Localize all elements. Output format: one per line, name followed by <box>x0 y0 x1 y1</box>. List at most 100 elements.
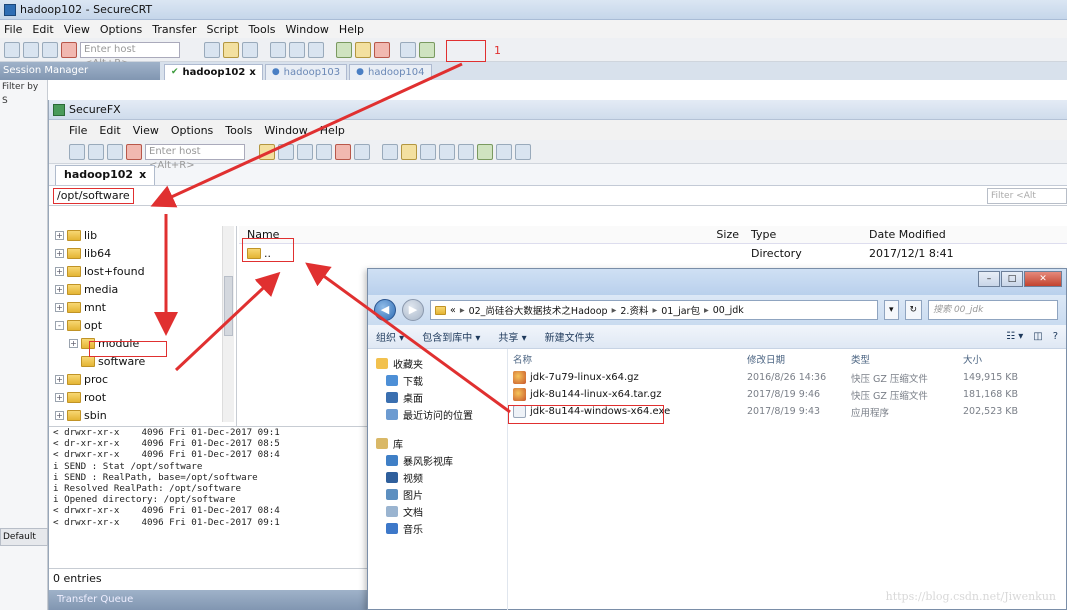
tree-scrollbar[interactable] <box>222 226 234 422</box>
nav-item[interactable]: 音乐 <box>368 520 507 537</box>
tab-close-icon[interactable]: x <box>139 166 146 185</box>
delete-icon[interactable] <box>335 143 351 160</box>
menu-item-help[interactable]: Help <box>339 23 364 36</box>
column-date[interactable]: Date Modified <box>869 228 999 241</box>
file-row[interactable]: .. Directory 2017/12/1 8:41 <box>239 244 1067 262</box>
column-date[interactable]: 修改日期 <box>747 352 851 366</box>
help-icon[interactable] <box>515 143 531 160</box>
menu-item-help[interactable]: Help <box>320 124 345 137</box>
connect-icon[interactable] <box>69 143 85 160</box>
nav-item[interactable]: 最近访问的位置 <box>368 406 507 423</box>
refresh-icon[interactable]: ↻ <box>904 300 923 320</box>
tree-item-mnt[interactable]: + mnt <box>49 298 236 316</box>
paste-icon[interactable] <box>223 41 239 58</box>
copy-icon[interactable] <box>204 41 220 58</box>
expand-icon[interactable]: + <box>55 284 64 294</box>
nav-item[interactable]: 库 <box>368 435 507 452</box>
host-input[interactable]: Enter host <Alt+R> <box>80 41 180 69</box>
tab-close-icon[interactable]: x <box>249 65 255 80</box>
breadcrumb-item[interactable]: « <box>450 305 456 316</box>
column-name[interactable]: Name <box>239 228 679 241</box>
view-icon[interactable] <box>382 143 398 160</box>
close-icon[interactable]: ✕ <box>1024 271 1062 287</box>
change-view-icon[interactable]: ☷ ▾ <box>1006 331 1023 342</box>
maximize-icon[interactable]: □ <box>1001 271 1023 287</box>
expand-icon[interactable]: + <box>55 410 64 420</box>
default-session-button[interactable]: Default <box>0 528 48 546</box>
preview-pane-icon[interactable]: ◫ <box>1033 331 1042 342</box>
properties-icon[interactable] <box>401 143 417 160</box>
reconnect-icon[interactable] <box>42 41 58 58</box>
print-icon[interactable] <box>270 41 286 58</box>
breadcrumb-item[interactable]: 01_jar包 <box>661 303 700 317</box>
column-type[interactable]: Type <box>739 228 869 241</box>
nav-item[interactable]: 下载 <box>368 372 507 389</box>
help-icon[interactable]: ? <box>1053 331 1058 342</box>
nav-item[interactable]: 暴风影视库 <box>368 452 507 469</box>
search-input[interactable]: 搜索 00_jdk <box>928 300 1059 320</box>
expand-icon[interactable]: + <box>55 266 64 276</box>
command-button[interactable]: 包含到库中 ▾ <box>422 329 480 344</box>
menu-item-transfer[interactable]: Transfer <box>152 23 196 36</box>
column-size[interactable]: 大小 <box>963 352 1053 366</box>
quick-connect-icon[interactable] <box>88 143 104 160</box>
settings-icon[interactable] <box>289 41 305 58</box>
tab-hadoop102[interactable]: hadoop102 x <box>55 165 156 185</box>
menu-item-options[interactable]: Options <box>171 124 213 137</box>
host-input[interactable]: Enter host <Alt+R> <box>145 143 245 171</box>
tree-item-lib[interactable]: + lib <box>49 226 236 244</box>
nav-item[interactable]: 收藏夹 <box>368 355 507 372</box>
expand-icon[interactable]: - <box>55 320 64 330</box>
expand-icon[interactable]: + <box>55 230 64 240</box>
cut-icon[interactable] <box>278 143 294 160</box>
disconnect-icon[interactable] <box>61 41 77 58</box>
global-options-icon[interactable] <box>355 41 371 58</box>
tree-item-sbin[interactable]: + sbin <box>49 406 236 424</box>
sort-icon[interactable] <box>420 143 436 160</box>
back-icon[interactable]: ◀ <box>374 299 396 321</box>
forward-icon[interactable]: ▶ <box>402 299 424 321</box>
expand-icon[interactable]: + <box>55 302 64 312</box>
session-tree-item[interactable]: S <box>0 94 47 108</box>
command-button[interactable]: 组织 ▾ <box>376 329 404 344</box>
menu-item-file[interactable]: File <box>4 23 22 36</box>
sftp-icon[interactable] <box>374 41 390 58</box>
filter-input[interactable]: Filter <Alt <box>987 187 1067 204</box>
tree-item-opt[interactable]: - opt <box>49 316 236 334</box>
tree-item-root[interactable]: + root <box>49 388 236 406</box>
connect-icon[interactable] <box>4 41 20 58</box>
options-icon[interactable] <box>496 143 512 160</box>
menu-item-tools[interactable]: Tools <box>225 124 252 137</box>
tree-item-proc[interactable]: + proc <box>49 370 236 388</box>
menu-item-tools[interactable]: Tools <box>248 23 275 36</box>
menu-item-file[interactable]: File <box>69 124 87 137</box>
breadcrumb-item[interactable]: 2.资料 <box>620 303 648 317</box>
remote-path-input[interactable]: /opt/software <box>53 187 134 204</box>
column-type[interactable]: 类型 <box>851 352 963 366</box>
expand-icon[interactable]: + <box>55 392 64 402</box>
up-folder-icon[interactable] <box>259 143 275 160</box>
tab-hadoop102[interactable]: ✔ hadoop102 x <box>164 64 263 80</box>
command-button[interactable]: 共享 ▾ <box>498 329 526 344</box>
find-icon[interactable] <box>242 41 258 58</box>
menu-item-edit[interactable]: Edit <box>99 124 120 137</box>
reconnect-icon[interactable] <box>107 143 123 160</box>
nav-item[interactable]: 视频 <box>368 469 507 486</box>
menu-item-options[interactable]: Options <box>100 23 142 36</box>
quick-connect-icon[interactable] <box>23 41 39 58</box>
list-view-icon[interactable] <box>439 143 455 160</box>
help-icon[interactable] <box>400 41 416 58</box>
menu-item-window[interactable]: Window <box>264 124 307 137</box>
column-size[interactable]: Size <box>679 228 739 241</box>
address-dropdown-icon[interactable]: ▾ <box>884 300 899 320</box>
tab-hadoop103[interactable]: ● hadoop103 <box>264 64 348 80</box>
column-name[interactable]: 名称 <box>509 352 747 366</box>
tree-item-lost-found[interactable]: + lost+found <box>49 262 236 280</box>
expand-icon[interactable]: + <box>69 338 78 348</box>
disconnect-icon[interactable] <box>126 143 142 160</box>
explorer-file-row[interactable]: jdk-7u79-linux-x64.gz 2016/8/26 14:36 快压 G… <box>509 369 1066 386</box>
minimize-icon[interactable]: – <box>978 271 1000 287</box>
menu-item-edit[interactable]: Edit <box>32 23 53 36</box>
command-button[interactable]: 新建文件夹 <box>545 329 595 344</box>
tab-hadoop104[interactable]: ● hadoop104 <box>349 64 432 80</box>
